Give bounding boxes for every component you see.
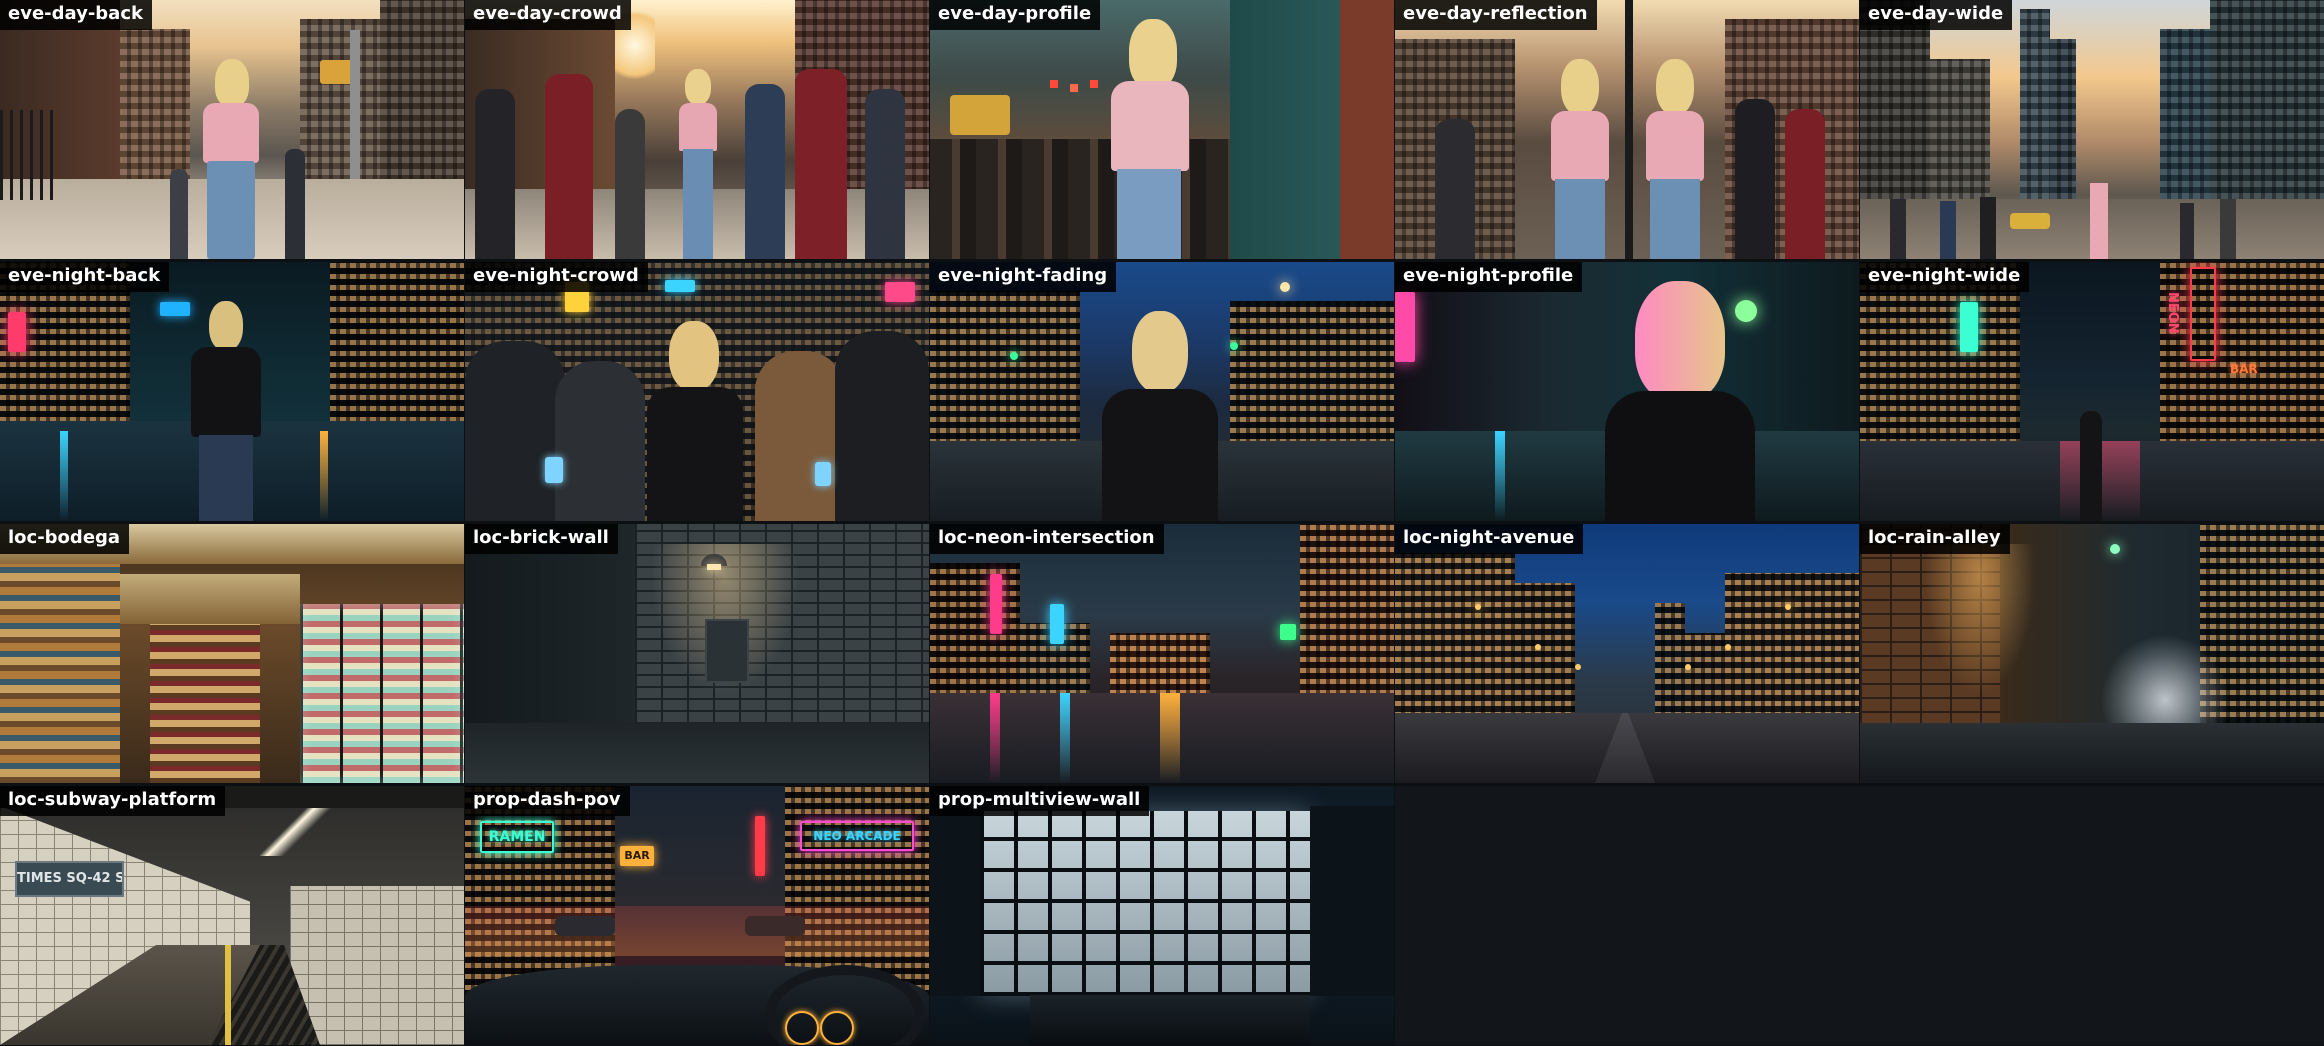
thumbnail-loc-bodega [0, 524, 464, 783]
thumbnail-eve-night-back [0, 262, 464, 521]
thumbnail-loc-night-avenue [1395, 524, 1859, 783]
tile-label: eve-night-back [0, 262, 170, 292]
ramen-sign: RAMEN [480, 821, 554, 853]
gallery-tile-eve-day-crowd[interactable]: eve-day-crowd [465, 0, 929, 259]
thumbnail-prop-dash-pov: RAMEN BAR NEO ARCADE [465, 786, 929, 1045]
thumbnail-loc-subway-platform: TIMES SQ-42 ST [0, 786, 464, 1045]
thumbnail-eve-day-profile [930, 0, 1394, 259]
tile-label: loc-brick-wall [465, 524, 618, 554]
bar-sign-text: BAR [2230, 362, 2258, 376]
tile-label: eve-day-profile [930, 0, 1101, 30]
tile-label: loc-night-avenue [1395, 524, 1584, 554]
gallery-tile-eve-night-fading[interactable]: eve-night-fading [930, 262, 1394, 521]
gallery-tile-eve-night-back[interactable]: eve-night-back [0, 262, 464, 521]
gallery-tile-loc-brick-wall[interactable]: loc-brick-wall [465, 524, 929, 783]
neon-sign-text: NEON [2165, 292, 2180, 334]
tile-label: loc-neon-intersection [930, 524, 1164, 554]
gallery-tile-eve-night-wide[interactable]: NEON BAR eve-night-wide [1860, 262, 2324, 521]
tile-label: eve-day-back [0, 0, 152, 30]
gallery-tile-eve-night-profile[interactable]: eve-night-profile [1395, 262, 1859, 521]
tile-label: prop-multiview-wall [930, 786, 1150, 816]
tile-label: eve-night-profile [1395, 262, 1583, 292]
tile-label: eve-day-crowd [465, 0, 631, 30]
gallery-tile-loc-neon-intersection[interactable]: loc-neon-intersection [930, 524, 1394, 783]
gallery-tile-loc-bodega[interactable]: loc-bodega [0, 524, 464, 783]
tile-label: loc-bodega [0, 524, 130, 554]
thumbnail-prop-multiview-wall [930, 786, 1394, 1045]
thumbnail-eve-day-wide [1860, 0, 2324, 259]
thumbnail-loc-rain-alley [1860, 524, 2324, 783]
gallery-tile-loc-night-avenue[interactable]: loc-night-avenue [1395, 524, 1859, 783]
station-sign: TIMES SQ-42 ST [15, 861, 124, 897]
thumbnail-eve-night-wide: NEON BAR [1860, 262, 2324, 521]
thumbnail-loc-brick-wall [465, 524, 929, 783]
thumbnail-eve-day-back [0, 0, 464, 259]
gallery-tile-eve-day-profile[interactable]: eve-day-profile [930, 0, 1394, 259]
gallery-tile-loc-subway-platform[interactable]: TIMES SQ-42 ST loc-subway-platform [0, 786, 464, 1045]
tile-label: eve-day-reflection [1395, 0, 1597, 30]
thumbnail-loc-neon-intersection [930, 524, 1394, 783]
thumbnail-eve-day-crowd [465, 0, 929, 259]
tile-label: eve-day-wide [1860, 0, 2013, 30]
thumbnail-eve-night-profile [1395, 262, 1859, 521]
gallery-tile-eve-day-reflection[interactable]: eve-day-reflection [1395, 0, 1859, 259]
gallery-tile-prop-dash-pov[interactable]: RAMEN BAR NEO ARCADE prop-dash-pov [465, 786, 929, 1045]
image-gallery-grid: eve-day-back eve-day-crowd eve-day-profi… [0, 0, 2324, 1046]
gallery-tile-eve-night-crowd[interactable]: eve-night-crowd [465, 262, 929, 521]
tile-label: prop-dash-pov [465, 786, 630, 816]
thumbnail-eve-day-reflection [1395, 0, 1859, 259]
gallery-tile-eve-day-back[interactable]: eve-day-back [0, 0, 464, 259]
thumbnail-eve-night-fading [930, 262, 1394, 521]
tile-label: loc-subway-platform [0, 786, 226, 816]
gallery-tile-prop-multiview-wall[interactable]: prop-multiview-wall [930, 786, 1394, 1045]
empty-grid-area [1395, 786, 2324, 1045]
gallery-tile-loc-rain-alley[interactable]: loc-rain-alley [1860, 524, 2324, 783]
gallery-tile-eve-day-wide[interactable]: eve-day-wide [1860, 0, 2324, 259]
tile-label: eve-night-crowd [465, 262, 648, 292]
bar-sign: BAR [620, 846, 654, 866]
tile-label: eve-night-fading [930, 262, 1117, 292]
tile-label: loc-rain-alley [1860, 524, 2010, 554]
thumbnail-eve-night-crowd [465, 262, 929, 521]
tile-label: eve-night-wide [1860, 262, 2030, 292]
arcade-sign: NEO ARCADE [800, 821, 914, 851]
